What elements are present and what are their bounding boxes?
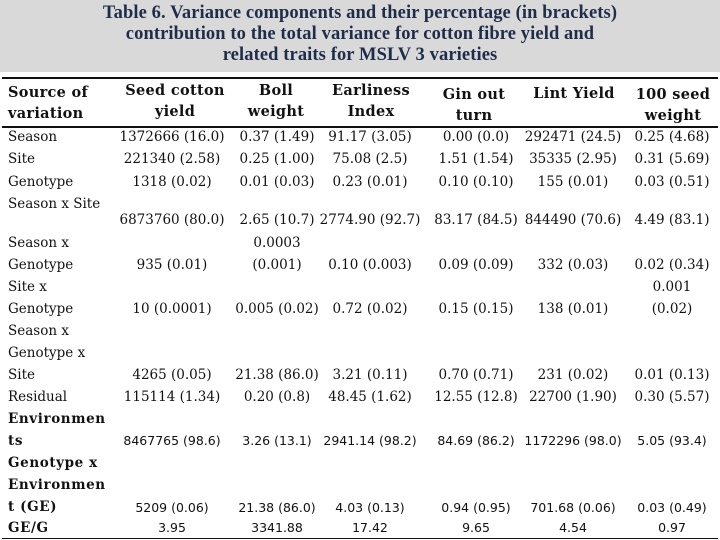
cell-environments-boll-weight: 3.26 (13.1) bbox=[242, 433, 312, 448]
cell-genotype-seed-cotton-yield: 1318 (0.02) bbox=[132, 174, 212, 190]
cell-site-x-genotype-gin-out-turn: 0.15 (0.15) bbox=[438, 301, 514, 317]
cell-season-x-genotype-x-site-lint-yield: 231 (0.02) bbox=[537, 367, 609, 383]
cell-ge-g-seed-cotton-yield: 3.95 bbox=[158, 520, 186, 535]
cell-ge-lint-yield: 701.68 (0.06) bbox=[530, 500, 616, 515]
cell-site-boll-weight: 0.25 (1.00) bbox=[239, 151, 315, 167]
cell-ge-g-boll-weight: 3341.88 bbox=[251, 520, 303, 535]
cell-site-gin-out-turn: 1.51 (1.54) bbox=[438, 151, 514, 167]
cell-season-x-site-gin-out-turn: 83.17 (84.5) bbox=[434, 212, 518, 228]
header-seed-cotton-yield: Seed cotton yield bbox=[125, 82, 225, 120]
cell-ge-earliness-index: 4.03 (0.13) bbox=[335, 500, 405, 515]
cell-season-earliness-index: 91.17 (3.05) bbox=[328, 129, 412, 145]
cell-ge-seed-cotton-yield: 5209 (0.06) bbox=[135, 500, 209, 515]
row-label-ge-g: GE/G bbox=[8, 520, 49, 536]
cell-season-x-genotype-earliness-index: 0.10 (0.003) bbox=[328, 257, 412, 273]
cell-environments-earliness-index: 2941.14 (98.2) bbox=[323, 433, 417, 448]
row-label-residual: Residual bbox=[8, 389, 68, 405]
header-boll-weight: Boll weight bbox=[247, 82, 305, 120]
cell-residual-lint-yield: 22700 (1.90) bbox=[529, 389, 617, 405]
cell-site-lint-yield: 35335 (2.95) bbox=[529, 151, 617, 167]
cell-season-x-genotype-x-site-boll-weight: 21.38 (86.0) bbox=[235, 367, 319, 383]
cell-site-100-seed-weight: 0.31 (5.69) bbox=[634, 151, 710, 167]
title-line: related traits for MSLV 3 varieties bbox=[222, 45, 498, 65]
cell-season-x-site-lint-yield: 844490 (70.6) bbox=[524, 212, 622, 228]
row-label-season-x-genotype-x-site: Season x Genotype x Site bbox=[8, 323, 86, 383]
cell-residual-seed-cotton-yield: 115114 (1.34) bbox=[123, 389, 221, 405]
header-source: Source of variation bbox=[8, 84, 89, 122]
cell-site-x-genotype-lint-yield: 138 (0.01) bbox=[537, 301, 609, 317]
cell-site-x-genotype-boll-weight: 0.005 (0.02) bbox=[235, 301, 319, 317]
table-top-rule bbox=[2, 77, 718, 79]
cell-season-x-site-boll-weight: 2.65 (10.7) bbox=[239, 212, 315, 228]
cell-residual-100-seed-weight: 0.30 (5.57) bbox=[634, 389, 710, 405]
cell-environments-100-seed-weight: 5.05 (93.4) bbox=[637, 433, 707, 448]
cell-site-seed-cotton-yield: 221340 (2.58) bbox=[123, 151, 221, 167]
cell-ge-gin-out-turn: 0.94 (0.95) bbox=[441, 500, 511, 515]
cell-site-x-genotype-100-seed-weight: 0.001 bbox=[652, 279, 692, 295]
cell-season-x-genotype-x-site-seed-cotton-yield: 4265 (0.05) bbox=[132, 367, 212, 383]
cell-ge-g-lint-yield: 4.54 bbox=[559, 520, 587, 535]
cell-season-x-genotype-100-seed-weight: 0.02 (0.34) bbox=[634, 257, 710, 273]
cell-season-x-genotype-x-site-gin-out-turn: 0.70 (0.71) bbox=[438, 367, 514, 383]
row-label-ge: Genotype x Environmen t (GE) bbox=[8, 455, 106, 515]
cell-environments-gin-out-turn: 84.69 (86.2) bbox=[437, 433, 515, 448]
cell-residual-boll-weight: 0.20 (0.8) bbox=[243, 389, 311, 405]
cell-season-seed-cotton-yield: 1372666 (16.0) bbox=[119, 129, 225, 145]
cell-ge-g-100-seed-weight: 0.97 bbox=[658, 520, 686, 535]
row-label-genotype: Genotype bbox=[8, 174, 74, 190]
table-title: Table 6. Variance components and their p… bbox=[0, 3, 720, 66]
cell-season-x-genotype-x-site-100-seed-weight: 0.01 (0.13) bbox=[634, 367, 710, 383]
row-label-season-x-site: Season x Site bbox=[8, 196, 101, 212]
cell-genotype-lint-yield: 155 (0.01) bbox=[537, 174, 609, 190]
cell-genotype-gin-out-turn: 0.10 (0.10) bbox=[438, 174, 514, 190]
header-100-seed-weight: 100 seed weight bbox=[635, 86, 711, 124]
cell-ge-boll-weight: 21.38 (86.0) bbox=[238, 500, 316, 515]
cell-season-100-seed-weight: 0.25 (4.68) bbox=[634, 129, 710, 145]
cell-site-earliness-index: 75.08 (2.5) bbox=[332, 151, 408, 167]
title-line: Table 6. Variance components and their p… bbox=[102, 3, 618, 23]
cell-environments-lint-yield: 1172296 (98.0) bbox=[524, 433, 622, 448]
cell-season-x-genotype-lint-yield: 332 (0.03) bbox=[537, 257, 609, 273]
cell-season-x-genotype-boll-weight: (0.001) bbox=[252, 257, 302, 273]
cell-season-lint-yield: 292471 (24.5) bbox=[524, 129, 622, 145]
cell-season-x-genotype-boll-weight: 0.0003 bbox=[253, 235, 301, 251]
row-label-site: Site bbox=[8, 151, 35, 167]
cell-season-boll-weight: 0.37 (1.49) bbox=[239, 129, 315, 145]
cell-genotype-boll-weight: 0.01 (0.03) bbox=[239, 174, 315, 190]
cell-residual-earliness-index: 48.45 (1.62) bbox=[328, 389, 412, 405]
row-label-season-x-genotype: Season x Genotype bbox=[8, 235, 74, 273]
cell-season-x-site-100-seed-weight: 4.49 (83.1) bbox=[634, 212, 710, 228]
cell-ge-g-earliness-index: 17.42 bbox=[352, 520, 388, 535]
cell-site-x-genotype-earliness-index: 0.72 (0.02) bbox=[332, 301, 408, 317]
cell-genotype-100-seed-weight: 0.03 (0.51) bbox=[634, 174, 710, 190]
row-label-environments: Environmen ts bbox=[8, 411, 106, 449]
cell-ge-g-gin-out-turn: 9.65 bbox=[462, 520, 490, 535]
cell-site-x-genotype-seed-cotton-yield: 10 (0.0001) bbox=[132, 301, 212, 317]
cell-season-x-genotype-gin-out-turn: 0.09 (0.09) bbox=[438, 257, 514, 273]
cell-season-x-genotype-seed-cotton-yield: 935 (0.01) bbox=[136, 257, 208, 273]
cell-season-x-genotype-x-site-earliness-index: 3.21 (0.11) bbox=[332, 367, 408, 383]
row-label-site-x-genotype: Site x Genotype bbox=[8, 279, 74, 317]
cell-residual-gin-out-turn: 12.55 (12.8) bbox=[434, 389, 518, 405]
cell-environments-seed-cotton-yield: 8467765 (98.6) bbox=[123, 433, 221, 448]
cell-season-gin-out-turn: 0.00 (0.0) bbox=[442, 129, 510, 145]
cell-season-x-site-seed-cotton-yield: 6873760 (80.0) bbox=[119, 212, 225, 228]
cell-site-x-genotype-100-seed-weight: (0.02) bbox=[651, 301, 693, 317]
cell-genotype-earliness-index: 0.23 (0.01) bbox=[332, 174, 408, 190]
title-line: contribution to the total variance for c… bbox=[125, 24, 595, 44]
cell-season-x-site-earliness-index: 2774.90 (92.7) bbox=[319, 212, 421, 228]
row-label-season: Season bbox=[8, 129, 58, 145]
header-earliness-index: Earliness Index bbox=[332, 82, 410, 120]
cell-ge-100-seed-weight: 0.03 (0.49) bbox=[637, 500, 707, 515]
table-bottom-rule bbox=[2, 538, 718, 539]
header-lint-yield: Lint Yield bbox=[533, 85, 615, 102]
header-gin-out-turn: Gin out turn bbox=[442, 86, 506, 124]
